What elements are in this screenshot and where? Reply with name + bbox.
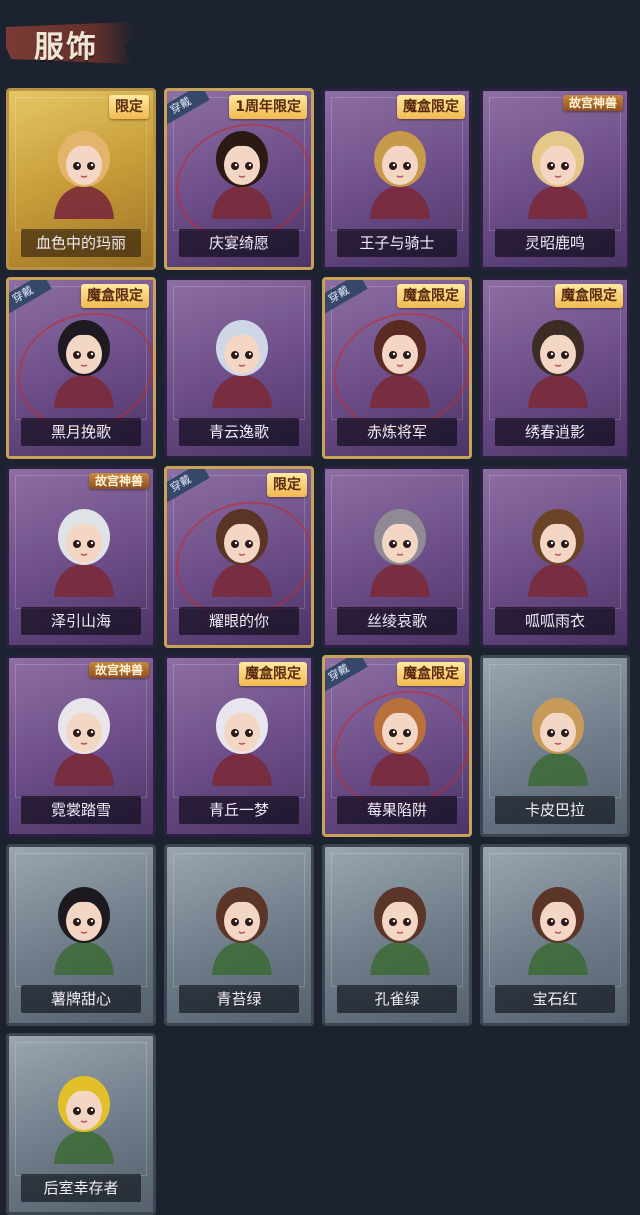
- costume-card[interactable]: 限定血色中的玛丽: [6, 88, 156, 270]
- costume-name-label: 后室幸存者: [21, 1174, 141, 1202]
- costume-card[interactable]: 故宫神兽泽引山海: [6, 466, 156, 648]
- costume-name-label: 泽引山海: [21, 607, 141, 635]
- costume-card[interactable]: 魔盒限定王子与骑士: [322, 88, 472, 270]
- character-portrait-icon: [202, 686, 282, 786]
- limited-tag: 魔盒限定: [397, 284, 465, 308]
- character-portrait-icon: [360, 686, 440, 786]
- costume-name-label: 耀眼的你: [179, 607, 299, 635]
- costume-card[interactable]: 魔盒限定绣春逍影: [480, 277, 630, 459]
- character-portrait-icon: [518, 686, 598, 786]
- costume-name-label: 宝石红: [495, 985, 615, 1013]
- character-portrait-icon: [360, 119, 440, 219]
- character-portrait-icon: [44, 875, 124, 975]
- costume-name-label: 霓裳踏雪: [21, 796, 141, 824]
- costume-card[interactable]: 宝石红: [480, 844, 630, 1026]
- character-portrait-icon: [44, 497, 124, 597]
- costume-card[interactable]: 穿戴 魔盒限定 赤炼将军: [322, 277, 472, 459]
- character-portrait-icon: [518, 497, 598, 597]
- costume-name-label: 莓果陷阱: [337, 796, 457, 824]
- character-portrait-icon: [202, 497, 282, 597]
- costume-name-label: 赤炼将军: [337, 418, 457, 446]
- limited-tag: 魔盒限定: [397, 95, 465, 119]
- character-portrait-icon: [44, 1064, 124, 1164]
- costume-card[interactable]: 穿戴 魔盒限定 黑月挽歌: [6, 277, 156, 459]
- character-portrait-icon: [518, 308, 598, 408]
- character-portrait-icon: [360, 308, 440, 408]
- costume-card[interactable]: 后室幸存者: [6, 1033, 156, 1215]
- costume-name-label: 灵昭鹿鸣: [495, 229, 615, 257]
- costume-name-label: 庆宴绮愿: [179, 229, 299, 257]
- costume-name-label: 绣春逍影: [495, 418, 615, 446]
- costume-card[interactable]: 青云逸歌: [164, 277, 314, 459]
- costume-name-label: 黑月挽歌: [21, 418, 141, 446]
- character-portrait-icon: [518, 875, 598, 975]
- costume-card[interactable]: 魔盒限定青丘一梦: [164, 655, 314, 837]
- limited-tag: 限定: [109, 95, 149, 119]
- character-portrait-icon: [518, 119, 598, 219]
- limited-tag: 限定: [267, 473, 307, 497]
- character-portrait-icon: [202, 119, 282, 219]
- limited-tag: 魔盒限定: [239, 662, 307, 686]
- costume-grid: 限定 血色中的玛丽 穿戴 1周年限定 庆宴绮愿 魔盒限定 王子与骑士 故宫神兽 灵昭鹿鸣 穿戴 魔盒…: [0, 0, 640, 1215]
- costume-card[interactable]: 薯牌甜心: [6, 844, 156, 1026]
- limited-tag: 故宫神兽: [562, 95, 623, 111]
- costume-card[interactable]: 故宫神兽霓裳踏雪: [6, 655, 156, 837]
- costume-name-label: 青丘一梦: [179, 796, 299, 824]
- limited-tag: 魔盒限定: [555, 284, 623, 308]
- costume-card[interactable]: 穿戴 1周年限定 庆宴绮愿: [164, 88, 314, 270]
- costume-name-label: 青云逸歌: [179, 418, 299, 446]
- limited-tag: 故宫神兽: [88, 473, 149, 489]
- costume-card[interactable]: 孔雀绿: [322, 844, 472, 1026]
- costume-card[interactable]: 丝绫哀歌: [322, 466, 472, 648]
- character-portrait-icon: [202, 875, 282, 975]
- character-portrait-icon: [44, 308, 124, 408]
- costume-card[interactable]: 穿戴 限定 耀眼的你: [164, 466, 314, 648]
- costume-name-label: 呱呱雨衣: [495, 607, 615, 635]
- costume-card[interactable]: 青苔绿: [164, 844, 314, 1026]
- costume-card[interactable]: 穿戴 魔盒限定 莓果陷阱: [322, 655, 472, 837]
- limited-tag: 魔盒限定: [81, 284, 149, 308]
- costume-name-label: 卡皮巴拉: [495, 796, 615, 824]
- costume-name-label: 青苔绿: [179, 985, 299, 1013]
- limited-tag: 1周年限定: [229, 95, 307, 119]
- limited-tag: 故宫神兽: [88, 662, 149, 678]
- character-portrait-icon: [44, 119, 124, 219]
- costume-name-label: 血色中的玛丽: [21, 229, 141, 257]
- character-portrait-icon: [360, 875, 440, 975]
- costume-name-label: 丝绫哀歌: [337, 607, 457, 635]
- character-portrait-icon: [202, 308, 282, 408]
- limited-tag: 魔盒限定: [397, 662, 465, 686]
- costume-name-label: 孔雀绿: [337, 985, 457, 1013]
- character-portrait-icon: [360, 497, 440, 597]
- costume-card[interactable]: 卡皮巴拉: [480, 655, 630, 837]
- costume-name-label: 薯牌甜心: [21, 985, 141, 1013]
- costume-name-label: 王子与骑士: [337, 229, 457, 257]
- character-portrait-icon: [44, 686, 124, 786]
- costume-card[interactable]: 呱呱雨衣: [480, 466, 630, 648]
- costume-card[interactable]: 故宫神兽灵昭鹿鸣: [480, 88, 630, 270]
